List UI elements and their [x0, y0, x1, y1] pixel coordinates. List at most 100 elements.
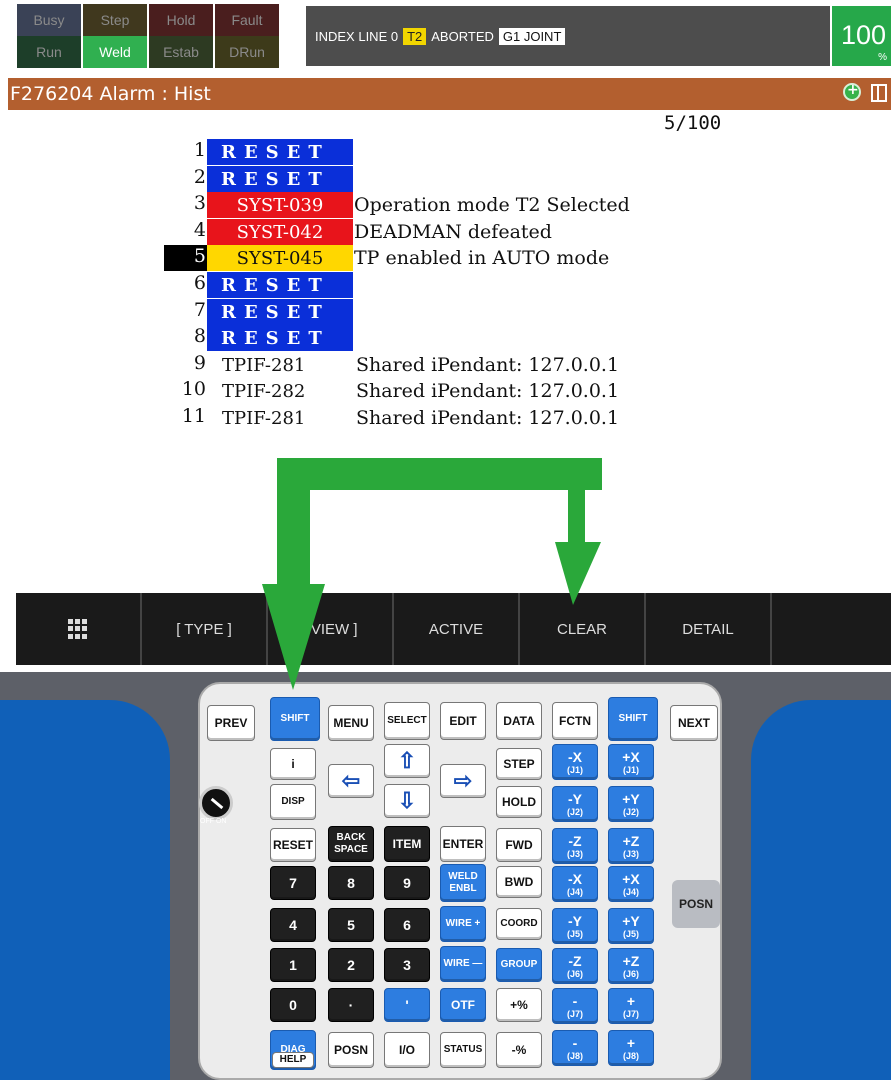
wire-minus-key[interactable]: WIRE — — [440, 946, 486, 982]
next-key[interactable]: NEXT — [670, 705, 718, 741]
jog-axis-label: +Y — [622, 912, 640, 929]
edit-key[interactable]: EDIT — [440, 702, 486, 740]
item-key[interactable]: ITEM — [384, 826, 430, 862]
alarm-message: DEADMAN defeated — [354, 221, 552, 243]
zoom-in-icon[interactable] — [843, 82, 861, 101]
jog-joint-label: (J4) — [566, 886, 583, 897]
io-key[interactable]: I/O — [384, 1032, 430, 1068]
jog-minus-j2-key[interactable]: -Y (J2) — [552, 786, 598, 822]
shift-left-key[interactable]: SHIFT — [270, 697, 320, 741]
cursor-up-key[interactable]: ⇧ — [384, 744, 430, 778]
jog-plus-j8-key[interactable]: + (J8) — [608, 1030, 654, 1066]
weld-enbl-key[interactable]: WELD ENBL — [440, 864, 486, 902]
jog-minus-j5-key[interactable]: -Y (J5) — [552, 908, 598, 944]
prev-key[interactable]: PREV — [207, 705, 255, 741]
jog-minus-j1-key[interactable]: -X (J1) — [552, 744, 598, 780]
override-unit: % — [878, 52, 887, 63]
program-state: ABORTED — [431, 28, 494, 44]
alarm-code: TPIF-281 — [222, 407, 306, 429]
jog-plus-j4-key[interactable]: +X (J4) — [608, 866, 654, 902]
jog-axis-label: +X — [622, 870, 640, 887]
cursor-right-key[interactable]: ⇨ — [440, 764, 486, 798]
coord-key[interactable]: COORD — [496, 908, 542, 940]
minus-pct-key[interactable]: -% — [496, 1032, 542, 1068]
led-estab: Estab — [149, 36, 213, 68]
cursor-down-key[interactable]: ⇩ — [384, 784, 430, 818]
group-key[interactable]: GROUP — [496, 948, 542, 982]
info-key[interactable]: i — [270, 748, 316, 780]
num2-key[interactable]: 2 — [328, 948, 374, 982]
status-line: INDEX LINE 0 T2 ABORTED G1 JOINT — [306, 6, 830, 66]
jog-plus-j5-key[interactable]: +Y (J5) — [608, 908, 654, 944]
jog-joint-label: (J3) — [566, 848, 583, 859]
num7-key[interactable]: 7 — [270, 866, 316, 900]
jog-axis-label: + — [626, 1034, 636, 1051]
step-key[interactable]: STEP — [496, 748, 542, 780]
menu-grid-button[interactable] — [16, 593, 142, 665]
alarm-code: SYST-045 — [207, 245, 353, 271]
shift-right-key[interactable]: SHIFT — [608, 697, 658, 741]
led-hold: Hold — [149, 4, 213, 36]
jog-axis-label: +Z — [622, 952, 640, 969]
alarm-code: SYST-039 — [207, 192, 353, 218]
jog-plus-j7-key[interactable]: + (J7) — [608, 988, 654, 1024]
backspace-key[interactable]: BACK SPACE — [328, 826, 374, 862]
fwd-key[interactable]: FWD — [496, 828, 542, 862]
num9-key[interactable]: 9 — [384, 866, 430, 900]
jog-minus-j7-key[interactable]: - (J7) — [552, 988, 598, 1024]
jog-plus-j6-key[interactable]: +Z (J6) — [608, 948, 654, 984]
status-key[interactable]: STATUS — [440, 1032, 486, 1068]
split-window-icon[interactable] — [871, 84, 887, 102]
jog-minus-j3-key[interactable]: -Z (J3) — [552, 828, 598, 864]
wire-plus-key[interactable]: WIRE + — [440, 906, 486, 942]
alarm-number: 9 — [193, 352, 206, 374]
hold-key[interactable]: HOLD — [496, 786, 542, 818]
alarm-number: 6 — [193, 272, 206, 294]
speed-override[interactable]: 100 % — [832, 6, 891, 66]
jog-joint-label: (J6) — [566, 968, 583, 979]
jog-minus-j4-key[interactable]: -X (J4) — [552, 866, 598, 902]
alarm-code: RESET — [207, 272, 353, 298]
dot-key[interactable]: · — [328, 988, 374, 1022]
disp-key[interactable]: DISP — [270, 784, 316, 820]
jog-plus-j3-key[interactable]: +Z (J3) — [608, 828, 654, 864]
num4-key[interactable]: 4 — [270, 908, 316, 942]
num0-key[interactable]: 0 — [270, 988, 316, 1022]
cursor-left-key[interactable]: ⇦ — [328, 764, 374, 798]
num5-key[interactable]: 5 — [328, 908, 374, 942]
jog-axis-label: -Y — [568, 912, 582, 929]
softkey-active[interactable]: ACTIVE — [394, 593, 520, 665]
jog-axis-label: -Z — [568, 952, 582, 969]
otf-key[interactable]: OTF — [440, 988, 486, 1022]
jog-joint-label: (J8) — [566, 1050, 583, 1061]
fctn-key[interactable]: FCTN — [552, 702, 598, 740]
num8-key[interactable]: 8 — [328, 866, 374, 900]
comma-key[interactable]: ' — [384, 988, 430, 1022]
plus-pct-key[interactable]: +% — [496, 988, 542, 1022]
tp-enable-switch-icon[interactable] — [199, 786, 233, 820]
softkey-empty[interactable] — [772, 593, 891, 665]
enter-key[interactable]: ENTER — [440, 826, 486, 862]
posn-side-button[interactable]: POSN — [672, 880, 720, 928]
jog-axis-label: -X — [568, 870, 582, 887]
menu-key[interactable]: MENU — [328, 705, 374, 741]
bwd-key[interactable]: BWD — [496, 866, 542, 898]
reset-key[interactable]: RESET — [270, 828, 316, 862]
softkey-detail[interactable]: DETAIL — [646, 593, 772, 665]
jog-plus-j2-key[interactable]: +Y (J2) — [608, 786, 654, 822]
jog-minus-j6-key[interactable]: -Z (J6) — [552, 948, 598, 984]
num3-key[interactable]: 3 — [384, 948, 430, 982]
jog-plus-j1-key[interactable]: +X (J1) — [608, 744, 654, 780]
select-key[interactable]: SELECT — [384, 702, 430, 740]
jog-axis-label: -X — [568, 748, 582, 765]
jog-axis-label: - — [572, 1034, 578, 1051]
num1-key[interactable]: 1 — [270, 948, 316, 982]
softkey-type[interactable]: [ TYPE ] — [142, 593, 268, 665]
jog-minus-j8-key[interactable]: - (J8) — [552, 1030, 598, 1066]
num6-key[interactable]: 6 — [384, 908, 430, 942]
softkey-view[interactable]: [ VIEW ] — [268, 593, 394, 665]
data-key[interactable]: DATA — [496, 702, 542, 740]
softkey-clear[interactable]: CLEAR — [520, 593, 646, 665]
posn-key[interactable]: POSN — [328, 1032, 374, 1068]
jog-joint-label: (J4) — [622, 886, 639, 897]
